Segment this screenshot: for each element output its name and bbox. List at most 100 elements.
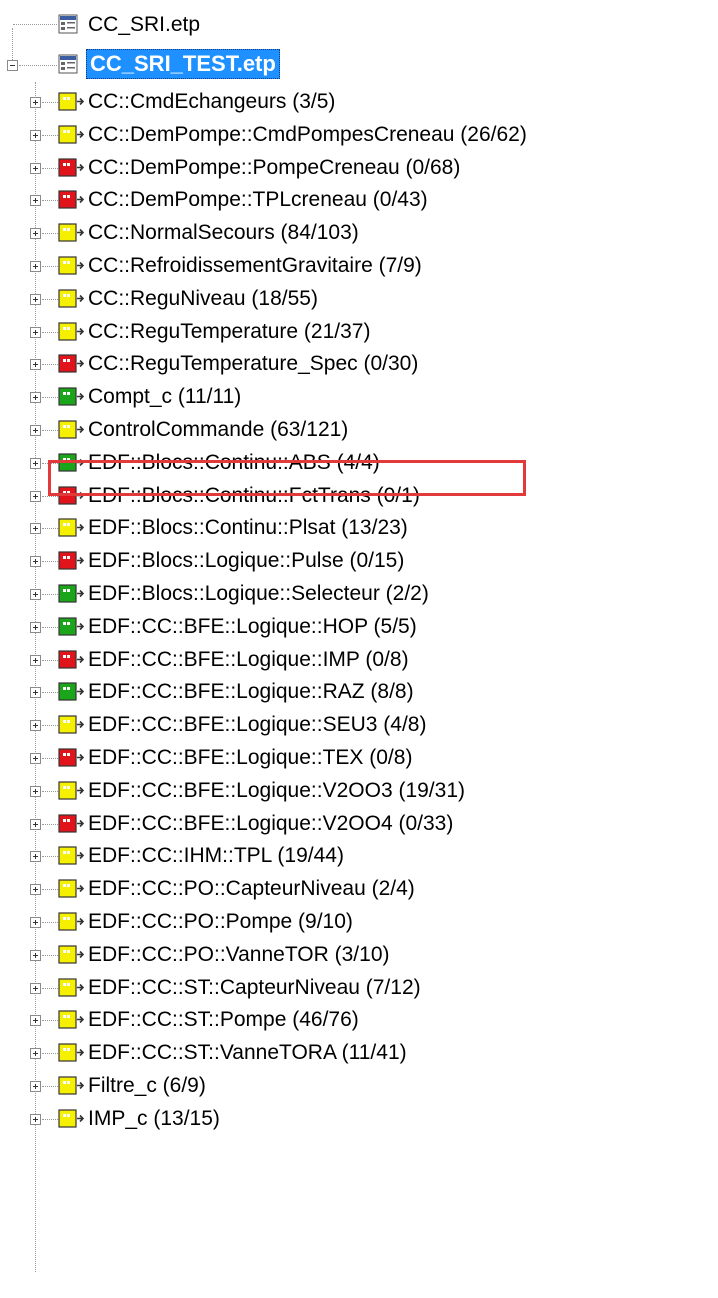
tree-item-row[interactable]: EDF::CC::BFE::Logique::IMP (0/8) (0, 643, 718, 677)
tree-item-row[interactable]: EDF::CC::PO::CapteurNiveau (2/4) (0, 872, 718, 906)
class-status-icon (58, 322, 84, 341)
tree-connector (42, 1086, 58, 1087)
tree-item-label: EDF::CC::BFE::Logique::V2OO4 (0/33) (88, 812, 454, 835)
tree-file-row[interactable]: CC_SRI.etp (0, 8, 718, 42)
expand-plus-icon[interactable] (30, 130, 41, 141)
tree-connector (42, 758, 58, 759)
tree-item-row[interactable]: CC::DemPompe::TPLcreneau (0/43) (0, 183, 718, 217)
expand-plus-icon[interactable] (30, 917, 41, 928)
tree-connector (42, 299, 58, 300)
tree-connector (42, 922, 58, 923)
class-status-icon (58, 289, 84, 308)
expand-plus-icon[interactable] (30, 851, 41, 862)
class-status-icon (58, 190, 84, 209)
tree-item-row[interactable]: Compt_c (11/11) (0, 380, 718, 414)
tree-item-label: EDF::CC::BFE::Logique::RAZ (8/8) (88, 680, 414, 703)
tree-item-label-highlighted: ControlCommande (63/121) (88, 418, 349, 441)
tree-item-label: Filtre_c (6/9) (88, 1074, 206, 1097)
tree-item-row[interactable]: EDF::Blocs::Logique::Pulse (0/15) (0, 544, 718, 578)
expand-plus-icon[interactable] (30, 556, 41, 567)
class-status-icon (58, 846, 84, 865)
tree-file-row[interactable]: CC_SRI_TEST.etp (0, 48, 718, 82)
expand-plus-icon[interactable] (30, 1081, 41, 1092)
tree-item-row[interactable]: EDF::CC::BFE::Logique::V2OO3 (19/31) (0, 774, 718, 808)
expand-plus-icon[interactable] (30, 392, 41, 403)
tree-item-row[interactable]: EDF::CC::PO::Pompe (9/10) (0, 905, 718, 939)
tree-item-row[interactable]: ControlCommande (63/121) (0, 413, 718, 447)
expand-plus-icon[interactable] (30, 786, 41, 797)
tree-item-row[interactable]: IMP_c (13/15) (0, 1102, 718, 1136)
tree-item-label: Compt_c (11/11) (88, 385, 242, 408)
expand-plus-icon[interactable] (30, 950, 41, 961)
tree-item-row[interactable]: Filtre_c (6/9) (0, 1069, 718, 1103)
expand-plus-icon[interactable] (30, 622, 41, 633)
expand-plus-icon[interactable] (30, 819, 41, 830)
tree-item-row[interactable]: CC::DemPompe::CmdPompesCreneau (26/62) (0, 118, 718, 152)
expand-plus-icon[interactable] (30, 1048, 41, 1059)
tree-item-row[interactable]: EDF::Blocs::Continu::Plsat (13/23) (0, 511, 718, 545)
tree-connector (19, 65, 57, 66)
expand-plus-icon[interactable] (30, 1015, 41, 1026)
expand-plus-icon[interactable] (30, 97, 41, 108)
expand-plus-icon[interactable] (30, 163, 41, 174)
class-status-icon (58, 518, 84, 537)
expand-plus-icon[interactable] (30, 425, 41, 436)
expand-plus-icon[interactable] (30, 983, 41, 994)
tree-item-label: EDF::CC::ST::CapteurNiveau (7/12) (88, 976, 421, 999)
expand-plus-icon[interactable] (30, 884, 41, 895)
expand-plus-icon[interactable] (30, 195, 41, 206)
tree-item-row[interactable]: EDF::CC::PO::VanneTOR (3/10) (0, 938, 718, 972)
expand-plus-icon[interactable] (30, 491, 41, 502)
tree-item-row[interactable]: CC::ReguTemperature_Spec (0/30) (0, 347, 718, 381)
project-file-icon (58, 54, 78, 74)
tree-item-row[interactable]: EDF::CC::BFE::Logique::TEX (0/8) (0, 741, 718, 775)
class-status-icon (58, 945, 84, 964)
expand-plus-icon[interactable] (30, 720, 41, 731)
tree-item-label: CC::ReguTemperature (21/37) (88, 320, 371, 343)
tree-item-row[interactable]: EDF::CC::ST::VanneTORA (11/41) (0, 1036, 718, 1070)
tree-item-row[interactable]: EDF::CC::BFE::Logique::RAZ (8/8) (0, 675, 718, 709)
expand-plus-icon[interactable] (30, 523, 41, 534)
expand-plus-icon[interactable] (30, 687, 41, 698)
expand-plus-icon[interactable] (30, 294, 41, 305)
expand-plus-icon[interactable] (30, 228, 41, 239)
collapse-minus-icon[interactable] (7, 60, 18, 71)
tree-item-row[interactable]: CC::ReguTemperature (21/37) (0, 315, 718, 349)
tree-item-row[interactable]: CC::CmdEchangeurs (3/5) (0, 85, 718, 119)
tree-connector (42, 955, 58, 956)
class-status-icon (58, 650, 84, 669)
tree-item-label: CC::DemPompe::TPLcreneau (0/43) (88, 188, 428, 211)
class-status-icon (58, 158, 84, 177)
tree-connector (42, 660, 58, 661)
tree-item-row[interactable]: CC::DemPompe::PompeCreneau (0/68) (0, 151, 718, 185)
tree-item-row[interactable]: EDF::CC::ST::CapteurNiveau (7/12) (0, 971, 718, 1005)
expand-plus-icon[interactable] (30, 458, 41, 469)
tree-connector (42, 364, 58, 365)
class-status-icon (58, 879, 84, 898)
tree-item-row[interactable]: CC::ReguNiveau (18/55) (0, 282, 718, 316)
expand-plus-icon[interactable] (30, 1114, 41, 1125)
tree-item-row[interactable]: CC::NormalSecours (84/103) (0, 216, 718, 250)
expand-plus-icon[interactable] (30, 327, 41, 338)
tree-connector (42, 200, 58, 201)
expand-plus-icon[interactable] (30, 753, 41, 764)
project-file-icon (58, 14, 78, 34)
expand-plus-icon[interactable] (30, 589, 41, 600)
tree-item-row[interactable]: EDF::CC::BFE::Logique::V2OO4 (0/33) (0, 807, 718, 841)
tree-connector (42, 1053, 58, 1054)
expand-plus-icon[interactable] (30, 359, 41, 370)
tree-connector (42, 135, 58, 136)
tree-item-label: EDF::CC::PO::Pompe (9/10) (88, 910, 353, 933)
tree-item-row[interactable]: EDF::Blocs::Logique::Selecteur (2/2) (0, 577, 718, 611)
class-status-icon (58, 256, 84, 275)
tree-item-row[interactable]: CC::RefroidissementGravitaire (7/9) (0, 249, 718, 283)
expand-plus-icon[interactable] (30, 655, 41, 666)
class-status-icon (58, 715, 84, 734)
tree-item-row[interactable]: EDF::CC::IHM::TPL (19/44) (0, 839, 718, 873)
tree-item-row[interactable]: EDF::CC::ST::Pompe (46/76) (0, 1003, 718, 1037)
tree-connector (42, 332, 58, 333)
tree-connector (42, 102, 58, 103)
tree-item-row[interactable]: EDF::CC::BFE::Logique::SEU3 (4/8) (0, 708, 718, 742)
expand-plus-icon[interactable] (30, 261, 41, 272)
tree-item-row[interactable]: EDF::CC::BFE::Logique::HOP (5/5) (0, 610, 718, 644)
